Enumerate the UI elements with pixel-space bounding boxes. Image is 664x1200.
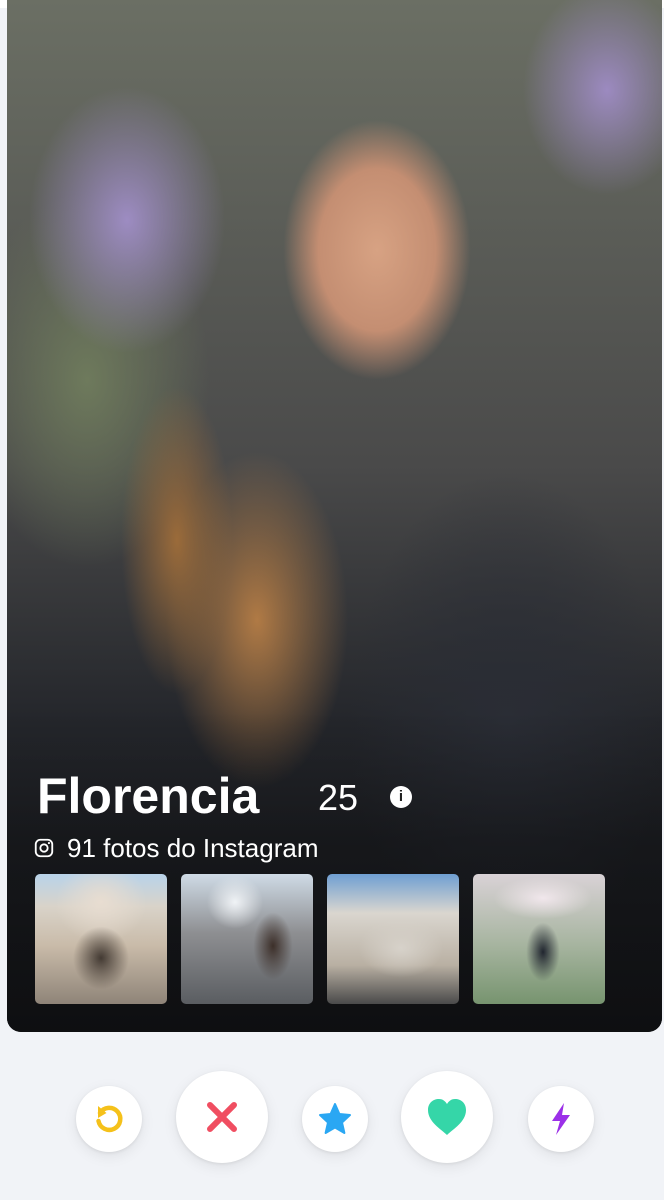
instagram-icon — [34, 838, 54, 858]
nope-button[interactable] — [176, 1071, 268, 1163]
profile-name: Florencia — [37, 768, 260, 824]
like-button[interactable] — [401, 1071, 493, 1163]
super-like-button[interactable] — [302, 1086, 368, 1152]
profile-age: 25 — [318, 777, 359, 818]
info-button[interactable]: i — [390, 786, 412, 808]
star-icon — [319, 1103, 351, 1134]
bolt-icon — [552, 1103, 570, 1135]
instagram-row: 91 fotos do Instagram — [33, 832, 318, 864]
instagram-photo-3[interactable] — [327, 874, 459, 1004]
instagram-photo-count: 91 fotos do Instagram — [67, 833, 319, 863]
close-icon — [207, 1102, 237, 1132]
heart-icon — [428, 1099, 466, 1135]
rewind-icon — [96, 1105, 123, 1133]
instagram-photo-4[interactable] — [473, 874, 605, 1004]
instagram-photo-2[interactable] — [181, 874, 313, 1004]
profile-card[interactable]: Florencia 25 i 91 fotos do Instagram — [7, 0, 662, 1032]
boost-button[interactable] — [528, 1086, 594, 1152]
rewind-button[interactable] — [76, 1086, 142, 1152]
instagram-photo-1[interactable] — [35, 874, 167, 1004]
